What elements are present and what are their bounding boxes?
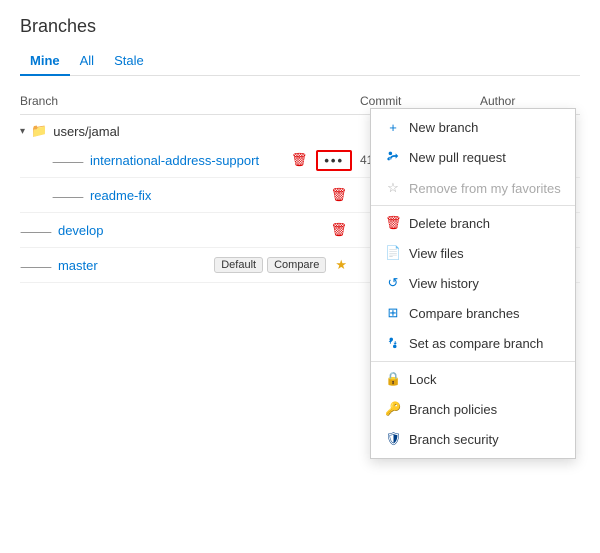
file-icon: 📄 [385, 245, 401, 261]
branch-link[interactable]: master [58, 258, 214, 273]
default-badge: Default [214, 257, 263, 273]
menu-label: Compare branches [409, 306, 520, 321]
menu-label: Delete branch [409, 216, 490, 231]
menu-label: Branch policies [409, 402, 497, 417]
branch-icon: ⸻ [52, 186, 84, 205]
security-icon: 🛡 [385, 431, 401, 447]
delete-branch-icon[interactable]: 🗑 [325, 219, 352, 241]
tab-all[interactable]: All [70, 47, 104, 76]
set-compare-icon [385, 335, 401, 352]
group-chevron[interactable]: ▾ [20, 126, 25, 137]
menu-item-view-files[interactable]: 📄 View files [371, 238, 575, 268]
branch-link[interactable]: develop [58, 223, 326, 238]
menu-divider [371, 361, 575, 362]
tab-mine[interactable]: Mine [20, 47, 70, 76]
more-actions-button[interactable]: ••• [316, 150, 352, 171]
branch-icon: ⸻ [20, 256, 52, 275]
branch-icon: ⸻ [20, 221, 52, 240]
delete-icon: 🗑 [385, 215, 401, 231]
group-name: users/jamal [53, 124, 119, 139]
col-branch-header: Branch [20, 94, 360, 108]
delete-branch-icon[interactable]: 🗑 [286, 149, 313, 171]
menu-item-lock[interactable]: 🔒 Lock [371, 364, 575, 394]
page-title: Branches [20, 16, 580, 37]
menu-label: View files [409, 246, 464, 261]
menu-item-branch-policies[interactable]: 🔑 Branch policies [371, 394, 575, 424]
compare-icon: ⊞ [385, 305, 401, 321]
col-author-header: Author [480, 94, 580, 108]
menu-label: Branch security [409, 432, 499, 447]
tabs-bar: Mine All Stale [20, 47, 580, 76]
menu-item-branch-security[interactable]: 🛡 Branch security [371, 424, 575, 454]
folder-icon: 📁 [31, 123, 47, 139]
tab-stale[interactable]: Stale [104, 47, 154, 76]
pull-request-icon [385, 149, 401, 166]
menu-item-compare-branches[interactable]: ⊞ Compare branches [371, 298, 575, 328]
menu-item-remove-favorites: ☆ Remove from my favorites [371, 173, 575, 203]
star-outline-icon: ☆ [385, 180, 401, 196]
favorite-icon[interactable]: ★ [330, 254, 352, 276]
menu-item-new-pull-request[interactable]: New pull request [371, 142, 575, 173]
context-menu: + New branch New pull request ☆ Remove f… [370, 108, 576, 459]
menu-item-new-branch[interactable]: + New branch [371, 113, 575, 142]
menu-label: New pull request [409, 150, 506, 165]
menu-item-view-history[interactable]: ↺ View history [371, 268, 575, 298]
history-icon: ↺ [385, 275, 401, 291]
new-branch-icon: + [385, 120, 401, 135]
menu-item-set-compare-branch[interactable]: Set as compare branch [371, 328, 575, 359]
branch-link[interactable]: international-address-support [90, 153, 286, 168]
compare-badge: Compare [267, 257, 326, 273]
menu-label: Remove from my favorites [409, 181, 561, 196]
page-container: Branches Mine All Stale Branch Commit Au… [0, 0, 600, 299]
menu-label: View history [409, 276, 479, 291]
branch-actions: 🗑 ••• [286, 149, 352, 171]
menu-item-delete-branch[interactable]: 🗑 Delete branch [371, 208, 575, 238]
branch-link[interactable]: readme-fix [90, 188, 326, 203]
menu-label: Lock [409, 372, 436, 387]
branch-actions: 🗑 [325, 219, 352, 241]
menu-divider [371, 205, 575, 206]
col-commit-header: Commit [360, 94, 480, 108]
menu-label: Set as compare branch [409, 336, 543, 351]
branch-actions: 🗑 [325, 184, 352, 206]
policies-icon: 🔑 [385, 401, 401, 417]
menu-label: New branch [409, 120, 478, 135]
branch-icon: ⸻ [52, 151, 84, 170]
lock-icon: 🔒 [385, 371, 401, 387]
delete-branch-icon[interactable]: 🗑 [325, 184, 352, 206]
